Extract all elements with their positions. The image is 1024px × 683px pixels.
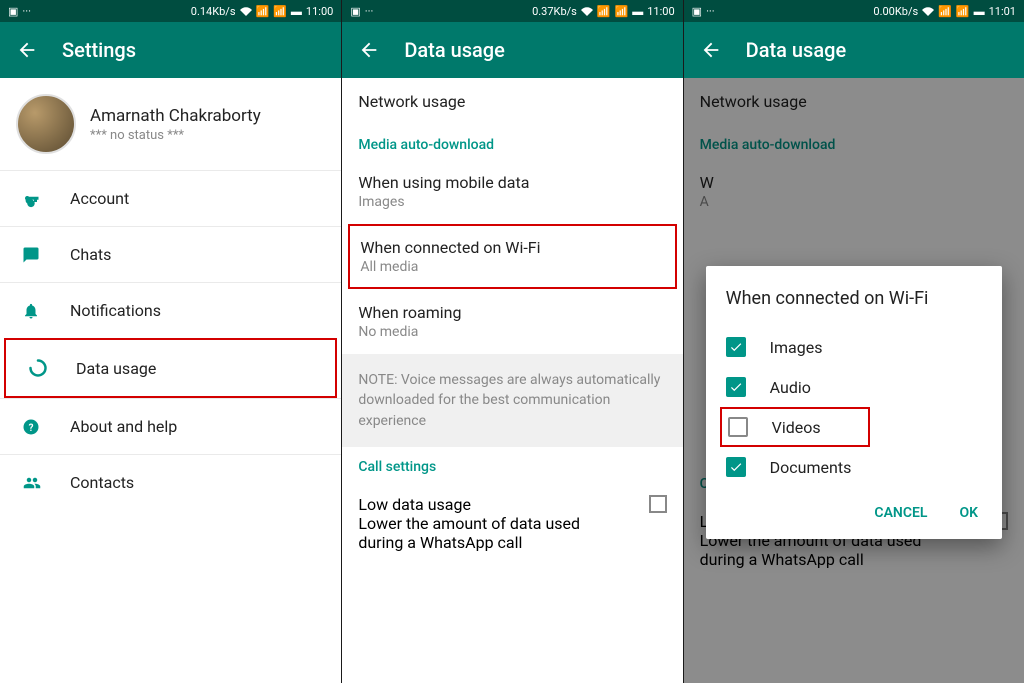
signal2-icon: 📶: [615, 5, 629, 18]
settings-item-label: Chats: [70, 245, 111, 264]
option-label: Documents: [770, 458, 852, 477]
signal2-icon: 📶: [956, 5, 970, 18]
battery-icon: ▬: [632, 5, 643, 18]
settings-item-label: Account: [70, 189, 129, 208]
app-bar: Data usage: [684, 22, 1024, 78]
screen-wifi-dialog: ▣ ··· 0.00Kb/s 📶 📶 ▬ 11:01 Data usage Ne…: [683, 0, 1024, 683]
picture-icon: ▣: [692, 5, 702, 18]
roaming-row[interactable]: When roaming No media: [342, 289, 682, 354]
option-label: Images: [770, 338, 823, 357]
battery-icon: ▬: [291, 5, 302, 18]
profile-row[interactable]: Amarnath Chakraborty *** no status ***: [0, 78, 341, 170]
checkbox-empty-icon: [728, 417, 748, 437]
more-icon: ···: [365, 5, 374, 18]
settings-item-label: Data usage: [76, 359, 156, 378]
network-speed: 0.37Kb/s: [532, 5, 577, 18]
picture-icon: ▣: [350, 5, 360, 18]
status-bar: ▣ ··· 0.14Kb/s 📶 📶 ▬ 11:00: [0, 0, 341, 22]
status-bar: ▣ ··· 0.37Kb/s 📶 📶 ▬ 11:00: [342, 0, 682, 22]
ok-button[interactable]: OK: [955, 497, 982, 529]
roaming-primary: When roaming: [358, 303, 666, 322]
settings-item-label: About and help: [70, 417, 177, 436]
battery-icon: ▬: [974, 5, 985, 18]
status-bar: ▣ ··· 0.00Kb/s 📶 📶 ▬ 11:01: [684, 0, 1024, 22]
network-speed: 0.00Kb/s: [873, 5, 918, 18]
low-data-checkbox[interactable]: [649, 495, 667, 513]
clock: 11:00: [647, 5, 674, 18]
settings-item-notifications[interactable]: Notifications: [0, 282, 341, 338]
wifi-icon: [240, 6, 252, 16]
bell-icon: [22, 302, 44, 320]
page-title: Settings: [62, 38, 136, 62]
clock: 11:00: [306, 5, 333, 18]
screen-data-usage: ▣ ··· 0.37Kb/s 📶 📶 ▬ 11:00 Data usage Ne…: [341, 0, 682, 683]
people-icon: [22, 474, 44, 492]
chat-icon: [22, 246, 44, 264]
settings-item-label: Notifications: [70, 301, 161, 320]
settings-item-account[interactable]: Account: [0, 170, 341, 226]
checkbox-checked-icon: [726, 337, 746, 357]
option-images[interactable]: Images: [726, 327, 982, 367]
data-usage-icon: [28, 358, 50, 378]
network-usage-row[interactable]: Network usage: [342, 78, 682, 125]
settings-item-about[interactable]: ? About and help: [0, 398, 341, 454]
highlight-wifi-row: When connected on Wi-Fi All media: [348, 224, 676, 289]
page-title: Data usage: [404, 38, 505, 62]
option-label: Audio: [770, 378, 811, 397]
voice-note: NOTE: Voice messages are always automati…: [342, 354, 682, 447]
back-icon[interactable]: [358, 39, 380, 61]
wifi-primary: When connected on Wi-Fi: [360, 238, 664, 257]
wifi-media-dialog: When connected on Wi-Fi Images Audio Vid…: [706, 266, 1002, 539]
cancel-button[interactable]: CANCEL: [870, 497, 931, 529]
section-call-settings: Call settings: [342, 447, 682, 481]
more-icon: ···: [706, 5, 715, 18]
highlight-data-usage: Data usage: [4, 338, 337, 398]
option-audio[interactable]: Audio: [726, 367, 982, 407]
mobile-data-row[interactable]: When using mobile data Images: [342, 159, 682, 224]
app-bar: Settings: [0, 22, 341, 78]
svg-text:?: ?: [29, 422, 34, 433]
low-data-secondary: Lower the amount of data used during a W…: [358, 514, 618, 552]
back-icon[interactable]: [700, 39, 722, 61]
low-data-primary: Low data usage: [358, 495, 471, 514]
dialog-title: When connected on Wi-Fi: [726, 288, 982, 309]
signal-icon: 📶: [938, 5, 952, 18]
mobile-primary: When using mobile data: [358, 173, 666, 192]
low-data-row[interactable]: Low data usage Lower the amount of data …: [342, 481, 682, 566]
network-usage-label: Network usage: [358, 92, 666, 111]
help-icon: ?: [22, 418, 44, 436]
settings-item-label: Contacts: [70, 473, 134, 492]
profile-status: *** no status ***: [90, 128, 261, 143]
settings-item-data-usage[interactable]: Data usage: [6, 340, 335, 396]
option-videos-highlight[interactable]: Videos: [720, 407, 870, 447]
screen-settings: ▣ ··· 0.14Kb/s 📶 📶 ▬ 11:00 Settings Amar…: [0, 0, 341, 683]
checkbox-checked-icon: [726, 377, 746, 397]
section-media-auto-download: Media auto-download: [342, 125, 682, 159]
back-icon[interactable]: [16, 39, 38, 61]
wifi-secondary: All media: [360, 259, 664, 275]
signal-icon: 📶: [597, 5, 611, 18]
option-documents[interactable]: Documents: [726, 447, 982, 487]
avatar: [16, 94, 76, 154]
signal-icon: 📶: [256, 5, 270, 18]
app-bar: Data usage: [342, 22, 682, 78]
picture-icon: ▣: [8, 5, 18, 18]
settings-item-chats[interactable]: Chats: [0, 226, 341, 282]
wifi-icon: [922, 6, 934, 16]
mobile-secondary: Images: [358, 194, 666, 210]
key-icon: [22, 190, 44, 208]
settings-item-contacts[interactable]: Contacts: [0, 454, 341, 510]
clock: 11:01: [989, 5, 1016, 18]
checkbox-checked-icon: [726, 457, 746, 477]
more-icon: ···: [22, 5, 31, 18]
profile-name: Amarnath Chakraborty: [90, 106, 261, 126]
option-label: Videos: [772, 418, 821, 437]
network-speed: 0.14Kb/s: [191, 5, 236, 18]
roaming-secondary: No media: [358, 324, 666, 340]
wifi-row[interactable]: When connected on Wi-Fi All media: [350, 226, 674, 287]
signal2-icon: 📶: [273, 5, 287, 18]
page-title: Data usage: [746, 38, 847, 62]
wifi-icon: [581, 6, 593, 16]
